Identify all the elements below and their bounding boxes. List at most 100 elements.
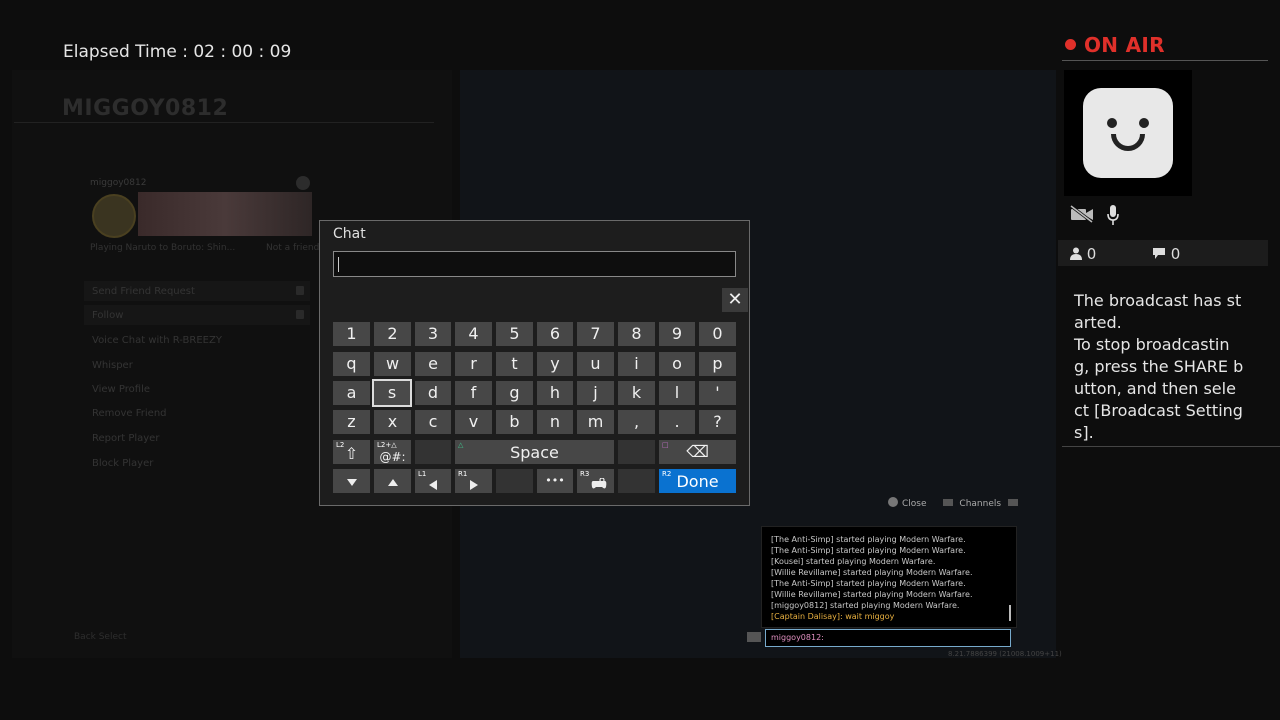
key-6[interactable]: 6: [537, 322, 573, 346]
channels-hint: Channels: [959, 499, 1002, 509]
cursor-left-key[interactable]: L1: [415, 469, 451, 493]
elapsed-label: Elapsed Time :: [63, 42, 188, 62]
menu-item-view-profile[interactable]: View Profile: [92, 384, 150, 395]
square-icon: □: [662, 441, 669, 449]
key-p[interactable]: p: [699, 352, 736, 376]
l1-icon: [943, 499, 954, 506]
chat-log[interactable]: [The Anti-Simp] started playing Modern W…: [761, 526, 1017, 628]
cursor-up-key[interactable]: [374, 469, 411, 493]
shift-key[interactable]: L2 ⇧: [333, 440, 370, 464]
person-icon: [1070, 247, 1082, 260]
chat-hint-bar: Close Channels: [888, 497, 1018, 509]
space-label: Space: [510, 443, 559, 462]
key-8[interactable]: 8: [618, 322, 655, 346]
key-2[interactable]: 2: [374, 322, 411, 346]
card-status: Playing Naruto to Boruto: Shin...: [90, 243, 236, 253]
menu-item-remove-friend[interactable]: Remove Friend: [92, 408, 167, 419]
key-f[interactable]: f: [455, 381, 492, 405]
done-button[interactable]: R2 Done: [659, 469, 736, 493]
key-j[interactable]: j: [577, 381, 614, 405]
l1-tag: L1: [418, 470, 427, 478]
chat-log-line: [Kousei] started playing Modern Warfare.: [771, 557, 936, 566]
arrow-right-icon: [469, 480, 478, 490]
key-u[interactable]: u: [577, 352, 614, 376]
key-5[interactable]: 5: [496, 322, 533, 346]
key-0[interactable]: 0: [699, 322, 736, 346]
key-period[interactable]: .: [659, 410, 695, 434]
bottom-hints: Back Select: [74, 632, 127, 642]
key-i[interactable]: i: [618, 352, 655, 376]
comment-count: 0: [1152, 245, 1180, 263]
key-4[interactable]: 4: [455, 322, 492, 346]
key-3[interactable]: 3: [415, 322, 451, 346]
key-comma[interactable]: ,: [618, 410, 655, 434]
menu-item-follow[interactable]: Follow: [92, 310, 123, 321]
symbols-key[interactable]: L2+△ @#:: [374, 440, 411, 464]
menu-item-whisper[interactable]: Whisper: [92, 360, 133, 371]
backspace-key[interactable]: □ ⌫: [659, 440, 736, 464]
key-s-selected[interactable]: s: [372, 379, 412, 407]
key-e[interactable]: e: [415, 352, 451, 376]
cursor-right-key[interactable]: R1: [455, 469, 492, 493]
key-x[interactable]: x: [374, 410, 411, 434]
key-c[interactable]: c: [415, 410, 451, 434]
gamepad-key[interactable]: R3: [577, 469, 614, 493]
menu-item-friend-request[interactable]: Send Friend Request: [92, 286, 195, 297]
key-r[interactable]: r: [455, 352, 492, 376]
close-button[interactable]: ✕: [722, 288, 748, 312]
chat-log-line: [Willie Revillame] started playing Moder…: [771, 590, 973, 599]
chat-compose-field[interactable]: miggoy0812:: [765, 629, 1011, 647]
key-v[interactable]: v: [455, 410, 492, 434]
cursor-down-key[interactable]: [333, 469, 370, 493]
key-apostrophe[interactable]: ': [699, 381, 736, 405]
triangle-icon: △: [458, 441, 464, 449]
key-o[interactable]: o: [659, 352, 695, 376]
divider: [1062, 446, 1280, 447]
key-h[interactable]: h: [537, 381, 573, 405]
text-caret: [338, 257, 339, 272]
default-avatar-icon: [1083, 88, 1173, 178]
chat-input[interactable]: [333, 251, 736, 277]
key-7[interactable]: 7: [577, 322, 614, 346]
key-l[interactable]: l: [659, 381, 695, 405]
gamepad-icon: [591, 477, 606, 489]
lock-icon: [296, 286, 304, 295]
blank-key[interactable]: [415, 440, 451, 464]
on-air-label: ON AIR: [1084, 33, 1165, 57]
keyboard-title: Chat: [333, 226, 366, 242]
key-q[interactable]: q: [333, 352, 370, 376]
key-b[interactable]: b: [496, 410, 533, 434]
lock-icon: [296, 310, 304, 319]
compose-prefix: miggoy0812:: [771, 633, 824, 642]
key-m[interactable]: m: [577, 410, 614, 434]
more-key[interactable]: •••: [537, 469, 573, 493]
menu-item-voice-chat[interactable]: Voice Chat with R-BREEZY: [92, 335, 222, 346]
key-d[interactable]: d: [415, 381, 451, 405]
key-k[interactable]: k: [618, 381, 655, 405]
menu-item-block[interactable]: Block Player: [92, 458, 153, 469]
profile-title: MIGGOY0812: [62, 96, 229, 121]
key-t[interactable]: t: [496, 352, 533, 376]
key-n[interactable]: n: [537, 410, 573, 434]
blank-key[interactable]: [618, 469, 655, 493]
key-a[interactable]: a: [333, 381, 370, 405]
broadcast-message: The broadcast has started. To stop broad…: [1074, 291, 1244, 442]
chat-log-line: [The Anti-Simp] started playing Modern W…: [771, 579, 966, 588]
chat-scrollbar[interactable]: [1009, 605, 1011, 621]
blank-key[interactable]: [496, 469, 533, 493]
r3-tag: R3: [580, 470, 590, 478]
symbols-key-tag: L2+△: [377, 441, 397, 449]
space-key[interactable]: △ Space: [455, 440, 614, 464]
blank-key[interactable]: [618, 440, 655, 464]
r1-icon: [1007, 499, 1018, 506]
keyboard-icon: [747, 632, 761, 642]
menu-item-report[interactable]: Report Player: [92, 433, 159, 444]
key-z[interactable]: z: [333, 410, 370, 434]
key-g[interactable]: g: [496, 381, 533, 405]
close-hint: Close: [902, 499, 927, 509]
key-question[interactable]: ?: [699, 410, 736, 434]
key-w[interactable]: w: [374, 352, 411, 376]
key-y[interactable]: y: [537, 352, 573, 376]
key-1[interactable]: 1: [333, 322, 370, 346]
key-9[interactable]: 9: [659, 322, 695, 346]
